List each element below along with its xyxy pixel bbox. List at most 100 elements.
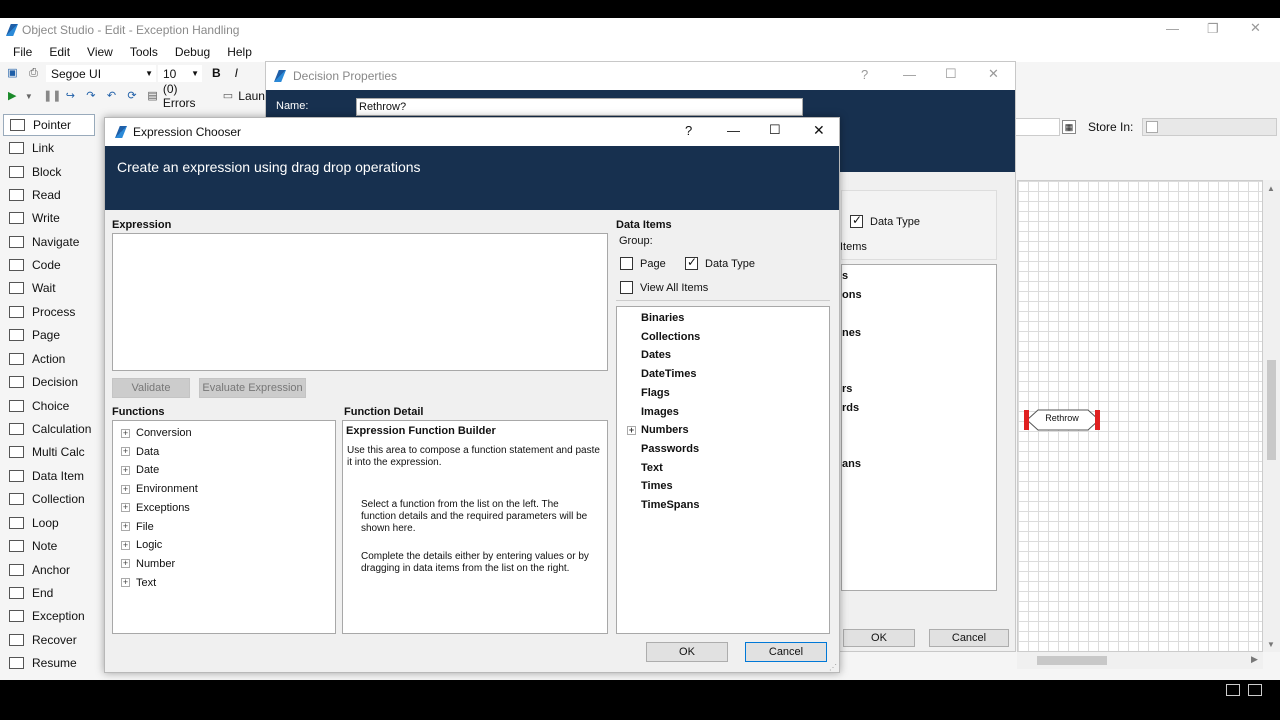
save-icon[interactable]: ▣ [6, 67, 19, 80]
maximize-icon[interactable]: ☐ [769, 122, 781, 138]
canvas-vertical-scrollbar[interactable]: ▲ ▼ [1263, 180, 1280, 652]
expand-icon[interactable]: + [121, 559, 130, 569]
data-item-group[interactable]: Binaries [641, 309, 684, 327]
function-group[interactable]: + Exceptions [121, 499, 190, 517]
validate-button[interactable]: Validate [112, 378, 190, 398]
menu-debug[interactable]: Debug [175, 45, 210, 59]
print-icon[interactable]: ⎙ [27, 67, 40, 80]
restore-icon[interactable]: ❐ [1207, 21, 1219, 37]
expand-icon[interactable]: + [121, 540, 130, 550]
rethrow-stage[interactable]: Rethrow [1024, 409, 1100, 431]
menu-edit[interactable]: Edit [49, 45, 70, 59]
palette-item[interactable]: Pointer [3, 114, 95, 136]
errors-button[interactable]: (0) Errors [163, 82, 212, 110]
chooser-cancel-button[interactable]: Cancel [745, 642, 827, 662]
menu-tools[interactable]: Tools [130, 45, 158, 59]
palette-item[interactable]: Code [3, 254, 95, 276]
hscroll-thumb[interactable] [1037, 656, 1107, 665]
close-icon[interactable]: ✕ [988, 66, 999, 82]
store-in-field-left[interactable] [1016, 118, 1060, 136]
font-family-select[interactable]: Segoe UI ▼ [46, 64, 156, 82]
palette-item[interactable]: Data Item [3, 465, 95, 487]
data-item-group[interactable]: + Numbers [627, 421, 689, 439]
maximize-icon[interactable]: ☐ [945, 66, 957, 82]
palette-item[interactable]: Decision [3, 371, 95, 393]
palette-item[interactable]: Process [3, 301, 95, 323]
palette-item[interactable]: Block [3, 161, 95, 183]
refresh-icon[interactable]: ⟳ [126, 90, 139, 103]
palette-item[interactable]: Choice [3, 395, 95, 417]
calculator-icon[interactable]: ▦ [1062, 120, 1076, 134]
palette-item[interactable]: Collection [3, 488, 95, 510]
palette-item[interactable]: Exception [3, 605, 95, 627]
checkbox-unchecked[interactable] [620, 257, 633, 270]
expand-icon[interactable]: + [121, 522, 130, 531]
palette-item[interactable]: Resume [3, 652, 95, 674]
font-size-select[interactable]: 10 ▼ [158, 64, 202, 82]
decision-data-list[interactable]: s ons nes rs rds ans [841, 264, 997, 591]
palette-item[interactable]: Read [3, 184, 95, 206]
scroll-up-icon[interactable]: ▲ [1267, 184, 1275, 193]
palette-item[interactable]: Write [3, 207, 95, 229]
data-item-group[interactable]: Dates [641, 346, 671, 364]
menu-view[interactable]: View [87, 45, 113, 59]
palette-item[interactable]: Wait [3, 277, 95, 299]
bold-button[interactable]: B [212, 66, 221, 80]
step-icon[interactable]: ↪ [64, 90, 77, 103]
help-icon[interactable]: ? [861, 67, 868, 82]
run-dropdown-icon[interactable]: ▼ [23, 90, 36, 103]
scroll-right-icon[interactable]: ▶ [1251, 654, 1258, 665]
menu-help[interactable]: Help [227, 45, 252, 59]
palette-item[interactable]: Note [3, 535, 95, 557]
checkbox-checked[interactable] [850, 213, 863, 228]
palette-item[interactable]: Page [3, 324, 95, 346]
italic-button[interactable]: I [235, 66, 238, 80]
step-over-icon[interactable]: ↷ [85, 90, 98, 103]
decision-data-type-checkbox[interactable]: Data Type [850, 213, 920, 228]
data-item-group[interactable]: Times [641, 477, 673, 495]
palette-item[interactable]: Action [3, 348, 95, 370]
help-icon[interactable]: ? [685, 123, 692, 138]
name-input[interactable]: Rethrow? [356, 98, 803, 116]
function-group[interactable]: + Text [121, 574, 156, 592]
data-item-group[interactable]: DateTimes [641, 365, 696, 383]
function-group[interactable]: + Environment [121, 480, 198, 498]
close-icon[interactable]: ✕ [1250, 20, 1261, 36]
decision-ok-button[interactable]: OK [843, 629, 915, 647]
scroll-thumb[interactable] [1267, 360, 1276, 460]
tray-icon[interactable] [1248, 684, 1262, 696]
palette-item[interactable]: Link [3, 137, 95, 159]
decision-cancel-button[interactable]: Cancel [929, 629, 1009, 647]
data-items-tree[interactable]: Binaries Collections Dates DateTimes Flags Im… [616, 306, 830, 634]
function-group[interactable]: + Date [121, 461, 159, 479]
palette-item[interactable]: Anchor [3, 559, 95, 581]
checkbox-checked[interactable] [685, 255, 698, 270]
palette-item[interactable]: Navigate [3, 231, 95, 253]
step-out-icon[interactable]: ↶ [105, 90, 118, 103]
expand-icon[interactable]: + [121, 503, 130, 513]
minimize-icon[interactable]: — [903, 67, 916, 82]
minimize-icon[interactable]: — [1166, 21, 1179, 36]
store-in-input[interactable] [1142, 118, 1277, 136]
chooser-ok-button[interactable]: OK [646, 642, 728, 662]
function-group[interactable]: + Number [121, 555, 175, 573]
function-group[interactable]: + File [121, 518, 154, 536]
palette-item[interactable]: End [3, 582, 95, 604]
data-type-checkbox[interactable]: Data Type [685, 255, 755, 270]
data-item-group[interactable]: Images [641, 403, 679, 421]
process-canvas[interactable]: Rethrow [1017, 180, 1263, 652]
pause-icon[interactable]: ❚❚ [43, 90, 61, 103]
function-group[interactable]: + Conversion [121, 424, 192, 442]
palette-item[interactable]: Loop [3, 512, 95, 534]
run-icon[interactable]: ▶ [6, 90, 19, 103]
functions-tree[interactable]: + Conversion + Data + Date + Environment + Except… [112, 420, 336, 634]
expand-icon[interactable]: + [121, 447, 130, 457]
launch-button[interactable]: Laun [238, 89, 265, 103]
data-item-group[interactable]: Text [641, 459, 663, 477]
data-item-group[interactable]: Flags [641, 384, 670, 402]
minimize-icon[interactable]: — [727, 123, 740, 138]
expand-icon[interactable]: + [121, 484, 130, 494]
function-group[interactable]: + Data [121, 443, 159, 461]
function-group[interactable]: + Logic [121, 536, 162, 554]
data-item-group[interactable]: Collections [641, 328, 700, 346]
